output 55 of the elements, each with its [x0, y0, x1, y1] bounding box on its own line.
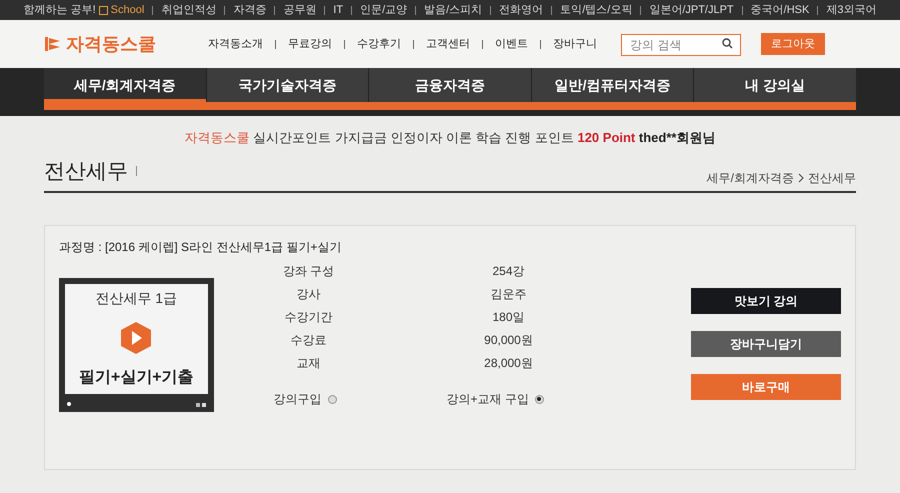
detail-label: 강사 [296, 286, 322, 303]
detail-value: 28,000원 [483, 355, 534, 372]
menu-link[interactable]: 수강후기 [357, 36, 401, 52]
top-link[interactable]: 자격증 [233, 2, 266, 18]
detail-value: 김운주 [490, 286, 528, 303]
option-label: 강의+교재 구입 [446, 391, 529, 408]
screen-controls-icon [196, 403, 206, 407]
preview-button[interactable]: 맛보기 강의 [691, 288, 841, 314]
radio-button[interactable] [328, 394, 336, 404]
notice-text: 자격동스쿨 실시간포인트 가지급금 인정이자 이론 학습 진행 포인트 120 Point thed**회원님 [184, 129, 716, 147]
slogan-text: 함께하는 공부! [24, 2, 96, 18]
thumbnail-title: 전산세무 1급 [95, 289, 178, 308]
nav-tab[interactable]: 내 강의실 [693, 68, 856, 102]
radio-button[interactable] [534, 394, 544, 404]
search-icon [722, 38, 733, 49]
top-link[interactable]: 취업인적성 [161, 2, 216, 18]
breadcrumb-link[interactable]: 전산세무 [808, 169, 856, 187]
detail-label: 강좌 구성 [282, 263, 336, 280]
flag-logo-icon [44, 36, 62, 52]
top-link[interactable]: 토익/텝스/오픽 [560, 2, 632, 18]
detail-value: 90,000원 [483, 332, 534, 349]
top-link[interactable]: 중국어/HSK [750, 2, 810, 18]
detail-value: 254강 [491, 263, 526, 280]
add-to-cart-button[interactable]: 장바구니담기 [691, 331, 841, 357]
school-link[interactable]: School [110, 2, 144, 18]
nav-tab[interactable]: 일반/컴퓨터자격증 [530, 68, 694, 102]
school-logo-icon [98, 6, 108, 14]
detail-label: 교재 [296, 355, 322, 372]
nav-tab[interactable]: 세무/회계자격증 [44, 68, 206, 102]
logo-text: 자격동스쿨 [66, 32, 156, 56]
top-link[interactable]: 발음/스피치 [424, 2, 482, 18]
detail-value: 180일 [491, 309, 526, 326]
course-name: 과정명 : [2016 케이렙] S라인 전산세무1급 필기+실기 [59, 239, 342, 256]
top-link[interactable]: 전화영어 [499, 2, 544, 18]
detail-label: 수강기간 [284, 309, 334, 326]
top-link[interactable]: 제3외국어 [826, 2, 876, 18]
option-label: 강의구입 [274, 391, 322, 408]
menu-link[interactable]: 장바구니 [553, 36, 597, 52]
menu-link[interactable]: 자격동소개 [208, 36, 263, 52]
play-icon [120, 320, 152, 354]
top-link[interactable]: 공무원 [283, 2, 316, 18]
menu-link[interactable]: 이벤트 [495, 36, 528, 52]
menu-link[interactable]: 무료강의 [288, 36, 332, 52]
top-link[interactable]: 일본어/JPT/JLPT [649, 2, 734, 18]
page-title: 전산세무 [44, 158, 128, 184]
nav-tab[interactable]: 국가기술자격증 [206, 68, 368, 102]
search-field[interactable]: 강의 검색 [621, 34, 741, 56]
menu-link[interactable]: 고객센터 [426, 36, 470, 52]
detail-label: 수강료 [290, 332, 328, 349]
nav-tab[interactable]: 금융자격증 [368, 68, 531, 102]
top-link[interactable]: 인문/교양 [360, 2, 408, 18]
top-link[interactable]: IT [333, 2, 344, 18]
chevron-icon [798, 173, 804, 183]
thumbnail-subtitle: 필기+실기+기출 [78, 368, 194, 388]
breadcrumb-link[interactable]: 세무/회계자격증 [706, 169, 794, 187]
